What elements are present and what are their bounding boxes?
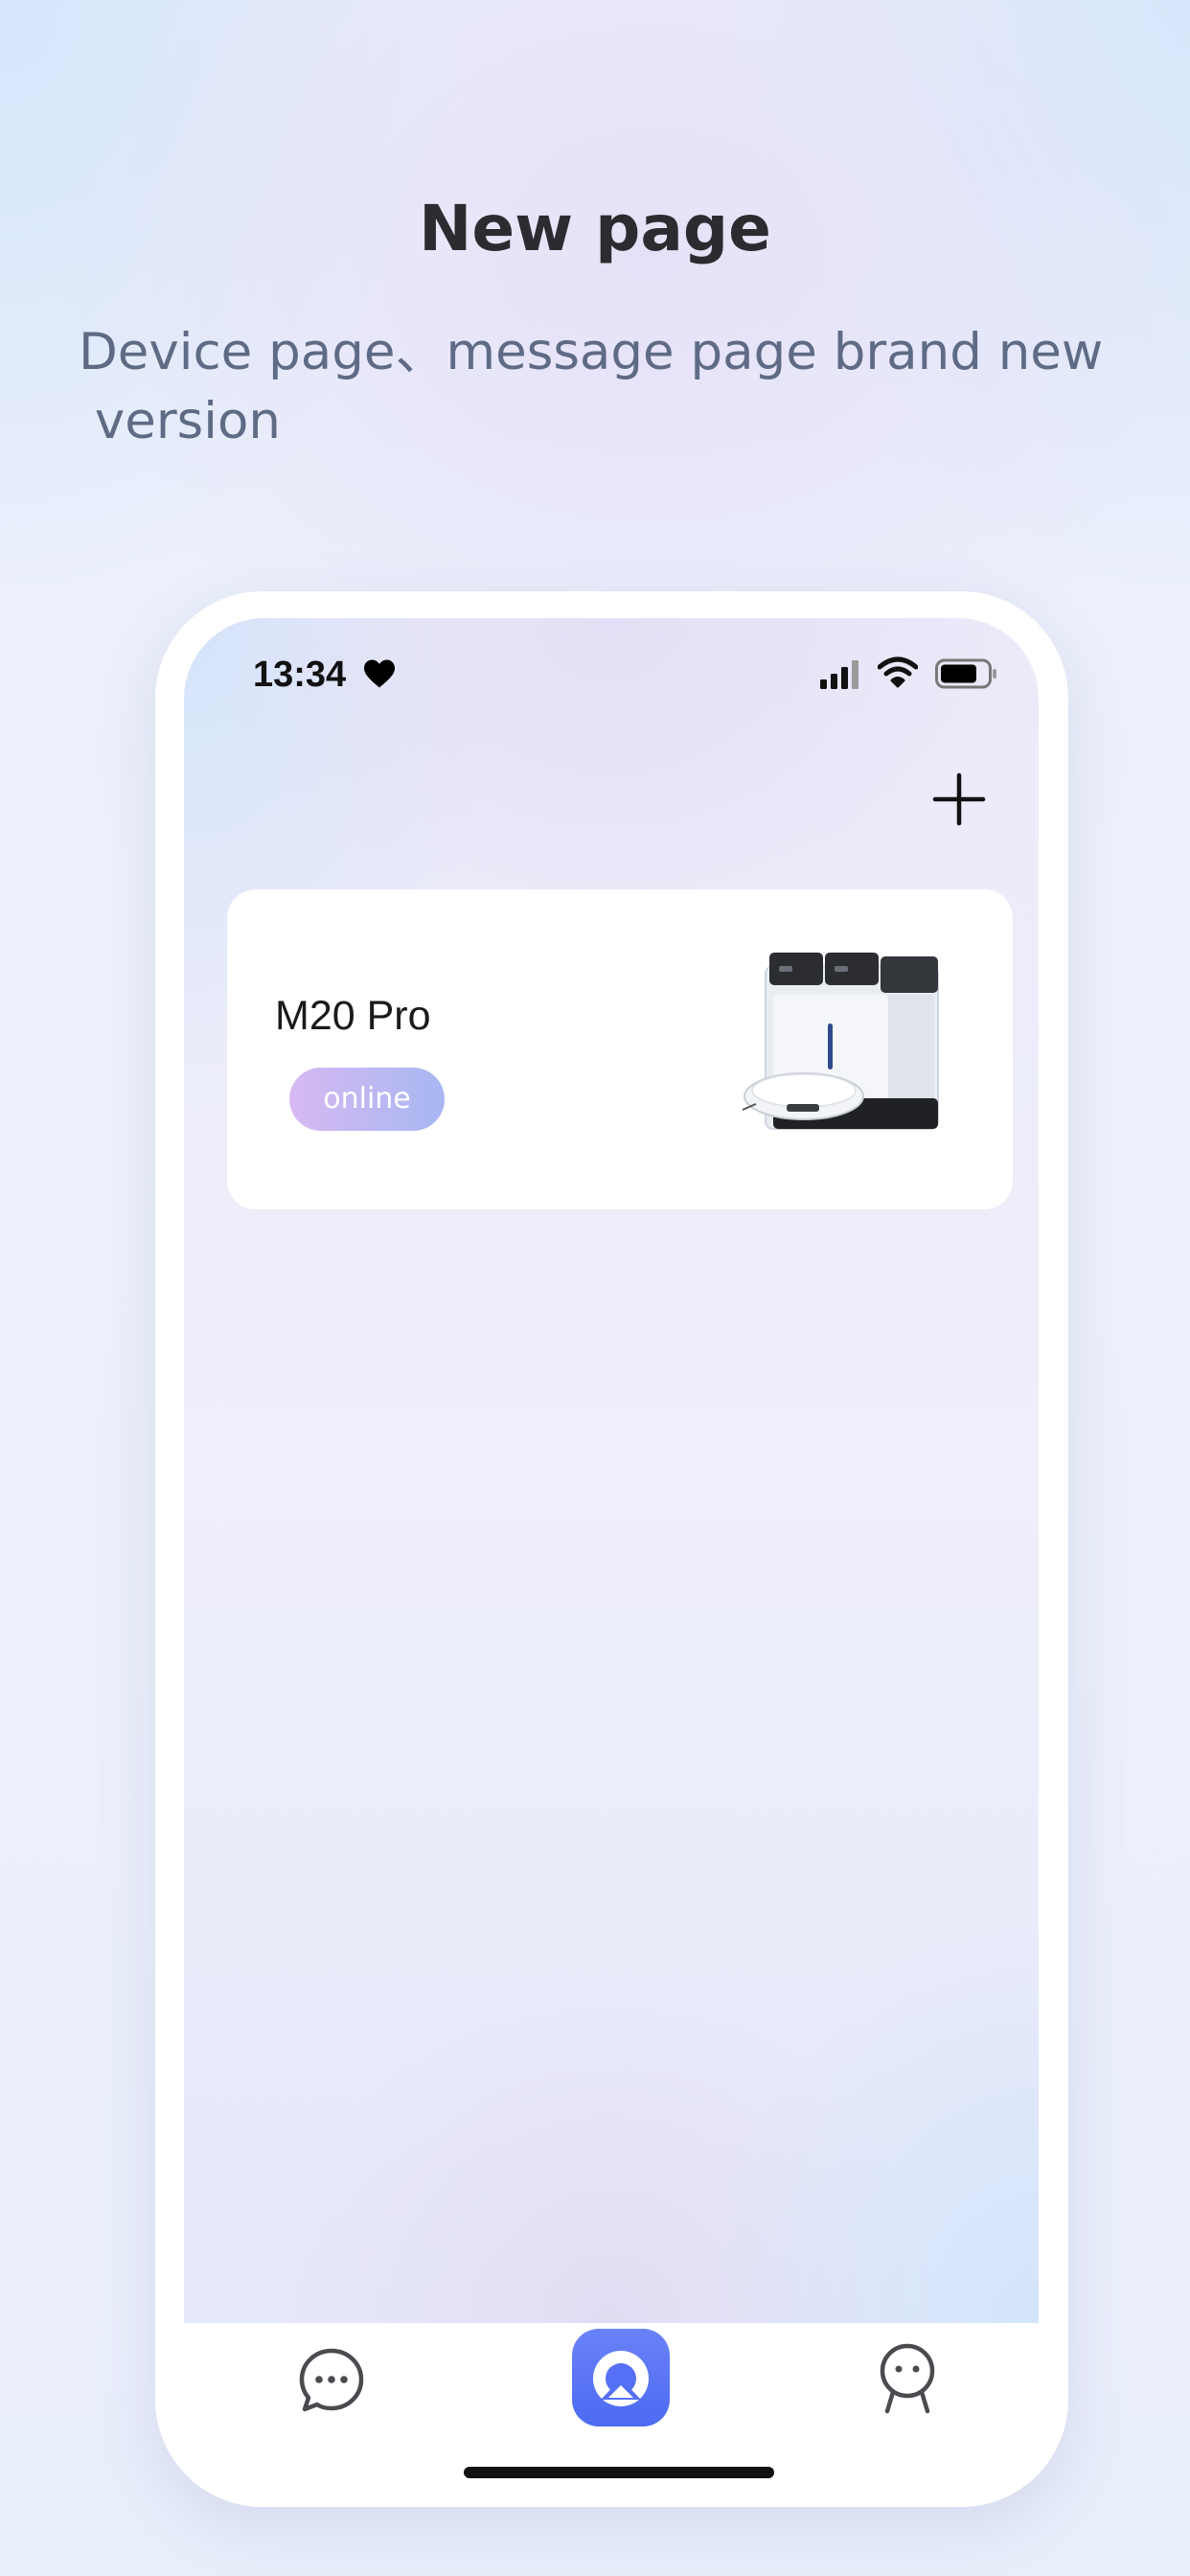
home-icon xyxy=(593,2351,649,2406)
robot-vacuum-image xyxy=(742,953,939,1130)
device-name: M20 Pro xyxy=(275,993,431,1039)
status-time: 13:34 xyxy=(253,655,347,695)
status-badge: online xyxy=(289,1068,445,1131)
wifi-icon xyxy=(878,656,918,688)
device-card[interactable]: M20 Pro online xyxy=(227,889,1013,1209)
messages-icon[interactable] xyxy=(297,2346,366,2415)
heart-icon xyxy=(364,659,395,688)
promo-subtitle: Device page、message page brand new versi… xyxy=(79,318,1113,456)
tab-bar xyxy=(184,2323,1039,2428)
phone-mockup: 13:34 M20 Pro online xyxy=(155,591,1068,2507)
home-indicator xyxy=(464,2467,774,2478)
promo-title: New page xyxy=(419,192,771,265)
home-tab-button[interactable] xyxy=(572,2329,670,2426)
add-device-button[interactable] xyxy=(931,771,987,827)
phone-screen: 13:34 M20 Pro online xyxy=(184,618,1039,2323)
status-bar: 13:34 xyxy=(184,618,1039,724)
promo-subtitle-line-1: Device page、message page brand new xyxy=(79,323,1104,381)
promo-subtitle-line-2: version xyxy=(79,392,281,450)
cellular-signal-icon xyxy=(820,660,858,689)
profile-icon[interactable] xyxy=(876,2342,939,2415)
battery-icon xyxy=(935,658,996,689)
